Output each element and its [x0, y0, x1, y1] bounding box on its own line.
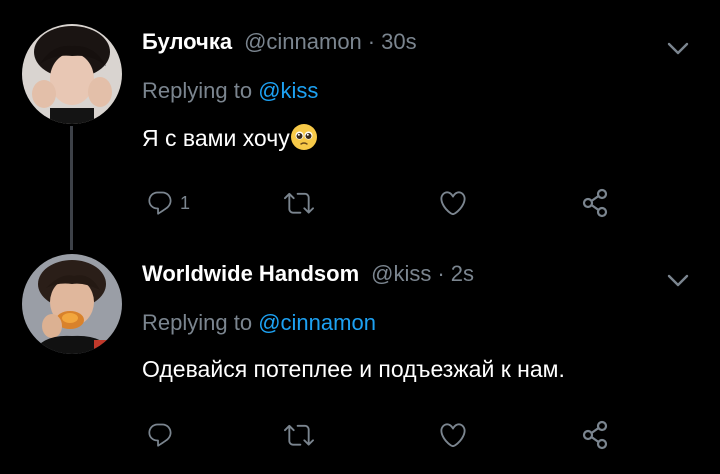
- tweet-2[interactable]: Worldwide Handsom @kiss · 2s Replying to…: [0, 250, 720, 474]
- share-button[interactable]: [580, 186, 612, 220]
- heart-icon: [440, 423, 466, 448]
- separator-dot: ·: [437, 261, 445, 286]
- reply-count: 1: [180, 192, 191, 213]
- like-button[interactable]: [438, 186, 468, 220]
- retweet-button[interactable]: [284, 186, 314, 220]
- reply-button[interactable]: [146, 418, 180, 452]
- username[interactable]: @kiss: [371, 261, 431, 287]
- avatar-photo: [22, 254, 122, 354]
- thread-line: [70, 126, 73, 250]
- timestamp[interactable]: 30s: [381, 29, 416, 55]
- tweet-1[interactable]: Булочка @cinnamon · 30s Replying to @kis…: [0, 0, 720, 250]
- chevron-down-icon[interactable]: [664, 266, 692, 294]
- tweet-header: Worldwide Handsom @kiss · 2s: [142, 261, 474, 297]
- heart-icon: [440, 191, 466, 216]
- display-name[interactable]: Булочка: [142, 29, 232, 55]
- chevron-down-icon[interactable]: [664, 34, 692, 62]
- avatar-bulochka[interactable]: [22, 24, 122, 124]
- replying-to: Replying to @kiss: [142, 78, 318, 104]
- display-name[interactable]: Worldwide Handsom: [142, 261, 359, 287]
- tweet-text: Я с вами хочу: [142, 124, 317, 152]
- tweet-header: Булочка @cinnamon · 30s: [142, 29, 417, 65]
- share-button[interactable]: [580, 418, 612, 452]
- separator-dot: ·: [367, 29, 376, 54]
- share-icon: [582, 188, 608, 218]
- tweet-text: Одевайся потеплее и подъезжай к нам.: [142, 356, 565, 382]
- avatar-worldwide-handsom[interactable]: [22, 254, 122, 354]
- avatar-photo: [22, 24, 122, 124]
- replying-to: Replying to @cinnamon: [142, 310, 376, 336]
- retweet-icon: [284, 192, 314, 214]
- timestamp[interactable]: 2s: [451, 261, 474, 287]
- retweet-button[interactable]: [284, 418, 314, 452]
- reply-button[interactable]: 1: [146, 186, 190, 220]
- replying-prefix: Replying to: [142, 310, 253, 335]
- reply-icon: [148, 423, 172, 447]
- replying-to-link[interactable]: @cinnamon: [258, 310, 376, 335]
- pleading-face-emoji: [290, 124, 317, 150]
- username[interactable]: @cinnamon: [244, 29, 362, 55]
- like-button[interactable]: [438, 418, 468, 452]
- replying-to-link[interactable]: @kiss: [258, 78, 318, 103]
- share-icon: [582, 420, 608, 450]
- reply-icon: [148, 191, 172, 215]
- tweet-text-content: Я с вами хочу: [142, 125, 290, 151]
- retweet-icon: [284, 424, 314, 446]
- replying-prefix: Replying to: [142, 78, 253, 103]
